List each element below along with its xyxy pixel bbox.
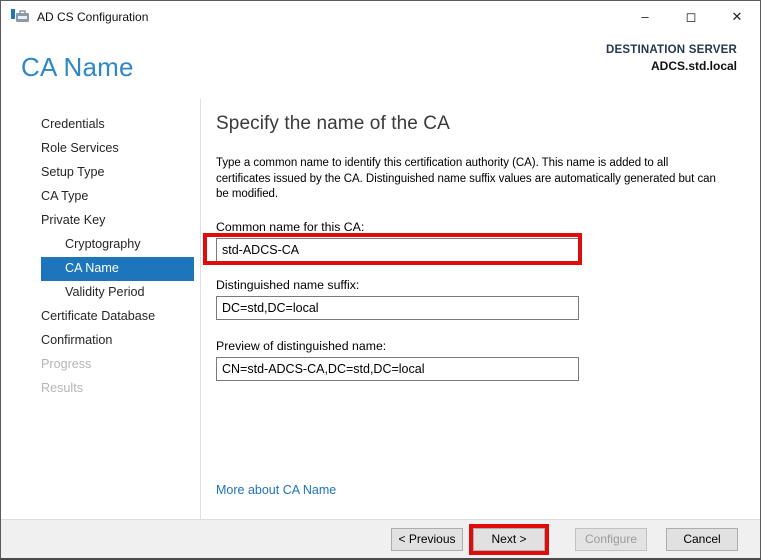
wizard-body: Credentials Role Services Setup Type CA …	[1, 99, 760, 519]
content-heading: Specify the name of the CA	[216, 113, 450, 134]
sidebar-item-certificate-database[interactable]: Certificate Database	[41, 305, 194, 329]
minimize-button[interactable]: –	[622, 1, 668, 32]
sidebar-item-credentials[interactable]: Credentials	[41, 113, 194, 137]
main-content: Specify the name of the CA Type a common…	[201, 99, 760, 519]
dn-suffix-input[interactable]	[216, 295, 579, 320]
sidebar-item-validity-period[interactable]: Validity Period	[41, 281, 194, 305]
dn-preview-label: Preview of distinguished name:	[216, 338, 387, 353]
wizard-footer: < Previous Next > Configure Cancel	[1, 519, 760, 558]
window-title: AD CS Configuration	[37, 9, 149, 24]
dn-preview-field-wrap	[216, 356, 579, 381]
next-button[interactable]: Next >	[473, 527, 545, 551]
titlebar: AD CS Configuration – ◻ ✕	[1, 1, 760, 32]
configure-button: Configure	[575, 527, 647, 551]
adcs-toolbox-icon	[11, 9, 29, 22]
sidebar-item-confirmation[interactable]: Confirmation	[41, 329, 194, 353]
common-name-input[interactable]	[216, 237, 579, 262]
adcs-configuration-window: AD CS Configuration – ◻ ✕ CA Name DESTIN…	[0, 0, 761, 560]
common-name-label: Common name for this CA:	[216, 219, 365, 234]
sidebar-item-progress: Progress	[41, 357, 92, 371]
close-button[interactable]: ✕	[714, 1, 760, 32]
sidebar-item-ca-type[interactable]: CA Type	[41, 185, 194, 209]
previous-button[interactable]: < Previous	[391, 527, 463, 551]
sidebar-item-cryptography[interactable]: Cryptography	[41, 233, 194, 257]
content-description: Type a common name to identify this cert…	[216, 157, 716, 201]
dn-suffix-field-wrap	[216, 295, 579, 320]
cancel-button[interactable]: Cancel	[666, 527, 738, 551]
common-name-field-wrap	[203, 232, 582, 265]
maximize-button[interactable]: ◻	[668, 1, 714, 32]
destination-server-label: DESTINATION SERVER	[606, 44, 737, 56]
wizard-sidebar: Credentials Role Services Setup Type CA …	[1, 99, 201, 519]
window-controls: – ◻ ✕	[622, 1, 760, 32]
sidebar-item-role-services[interactable]: Role Services	[41, 137, 194, 161]
destination-server-block: DESTINATION SERVER ADCS.std.local	[606, 44, 737, 73]
dn-suffix-label: Distinguished name suffix:	[216, 277, 360, 292]
wizard-steps-list: Credentials Role Services Setup Type CA …	[41, 113, 194, 401]
sidebar-item-ca-name[interactable]: CA Name	[41, 257, 194, 281]
next-button-wrap: Next >	[469, 523, 549, 555]
wizard-header: CA Name DESTINATION SERVER ADCS.std.loca…	[1, 32, 760, 99]
dn-preview-input[interactable]	[216, 356, 579, 381]
sidebar-item-private-key[interactable]: Private Key	[41, 209, 194, 233]
more-about-ca-name-link[interactable]: More about CA Name	[216, 483, 336, 497]
sidebar-item-setup-type[interactable]: Setup Type	[41, 161, 194, 185]
sidebar-item-results: Results	[41, 381, 83, 395]
page-title: CA Name	[21, 52, 134, 82]
destination-server-name: ADCS.std.local	[650, 59, 737, 73]
